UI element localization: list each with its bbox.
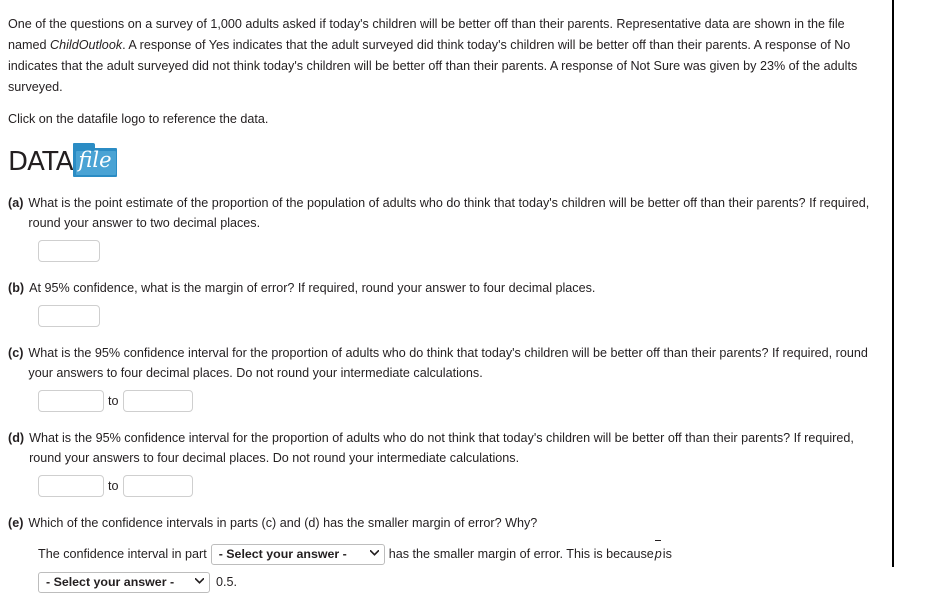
part-c-text: What is the 95% confidence interval for … bbox=[28, 346, 868, 380]
question-part-d: (d) What is the 95% confidence interval … bbox=[8, 428, 884, 497]
part-d-head: (d) What is the 95% confidence interval … bbox=[8, 428, 884, 468]
part-d-answer-row: to bbox=[8, 475, 884, 497]
pane-right-border bbox=[892, 0, 894, 567]
part-d-text: What is the 95% confidence interval for … bbox=[29, 431, 854, 465]
question-part-b: (b) At 95% confidence, what is the margi… bbox=[8, 278, 884, 327]
datafile-name: ChildOutlook bbox=[50, 38, 123, 52]
chevron-down-icon bbox=[364, 549, 380, 559]
part-b-answer-row bbox=[8, 305, 884, 327]
part-a-input[interactable] bbox=[38, 240, 100, 262]
part-c-marker: (c) bbox=[8, 346, 24, 360]
intro-paragraph: One of the questions on a survey of 1,00… bbox=[8, 14, 884, 98]
part-e-sentence-line2: - Select your answer - 0.5. bbox=[8, 571, 884, 593]
part-d-lower-input[interactable] bbox=[38, 475, 104, 497]
part-e-select-interval-value: - Select your answer - bbox=[218, 547, 347, 561]
part-e-after-p-text: is bbox=[662, 547, 672, 561]
part-e-marker: (e) bbox=[8, 516, 24, 530]
question-pane: One of the questions on a survey of 1,00… bbox=[0, 0, 892, 593]
part-e-sentence-line1: The confidence interval in part - Select… bbox=[8, 540, 884, 565]
part-e-head: (e) Which of the confidence intervals in… bbox=[8, 513, 884, 533]
intro-text-part2: . A response of Yes indicates that the a… bbox=[8, 38, 858, 94]
part-d-marker: (d) bbox=[8, 431, 25, 445]
folder-label: file bbox=[78, 148, 112, 172]
part-c-upper-input[interactable] bbox=[122, 390, 193, 412]
click-logo-instruction: Click on the datafile logo to reference … bbox=[8, 112, 269, 126]
part-a-head: (a) What is the point estimate of the pr… bbox=[8, 193, 884, 233]
part-e-mid-text: has the smaller margin of error. This is… bbox=[388, 547, 654, 561]
part-e-select-interval[interactable]: - Select your answer - bbox=[210, 543, 385, 565]
part-c-answer-row: to bbox=[8, 390, 884, 412]
question-part-a: (a) What is the point estimate of the pr… bbox=[8, 193, 884, 262]
part-b-text: At 95% confidence, what is the margin of… bbox=[29, 281, 596, 295]
question-part-c: (c) What is the 95% confidence interval … bbox=[8, 343, 884, 412]
part-b-input[interactable] bbox=[38, 305, 100, 327]
datafile-logo[interactable]: DATA file bbox=[8, 143, 118, 177]
part-b-head: (b) At 95% confidence, what is the margi… bbox=[8, 278, 884, 298]
folder-icon: file bbox=[72, 143, 118, 177]
part-c-lower-input[interactable] bbox=[38, 390, 104, 412]
part-c-head: (c) What is the 95% confidence interval … bbox=[8, 343, 884, 383]
part-b-marker: (b) bbox=[8, 281, 25, 295]
part-d-upper-input[interactable] bbox=[122, 475, 193, 497]
question-part-e: (e) Which of the confidence intervals in… bbox=[8, 513, 884, 593]
part-e-text: Which of the confidence intervals in par… bbox=[28, 516, 538, 530]
datafile-word: DATA bbox=[8, 147, 73, 177]
part-e-tail-text: 0.5. bbox=[216, 575, 238, 589]
part-c-separator: to bbox=[108, 394, 119, 408]
part-a-text: What is the point estimate of the propor… bbox=[28, 196, 870, 230]
part-a-answer-row bbox=[8, 240, 884, 262]
part-d-separator: to bbox=[108, 479, 119, 493]
p-bar-symbol: p bbox=[654, 540, 663, 565]
part-e-select-comparison-value: - Select your answer - bbox=[46, 575, 175, 589]
part-e-select-comparison[interactable]: - Select your answer - bbox=[38, 571, 210, 593]
part-e-lead-text: The confidence interval in part bbox=[38, 547, 207, 561]
part-a-marker: (a) bbox=[8, 196, 24, 210]
chevron-down-icon bbox=[189, 577, 205, 587]
